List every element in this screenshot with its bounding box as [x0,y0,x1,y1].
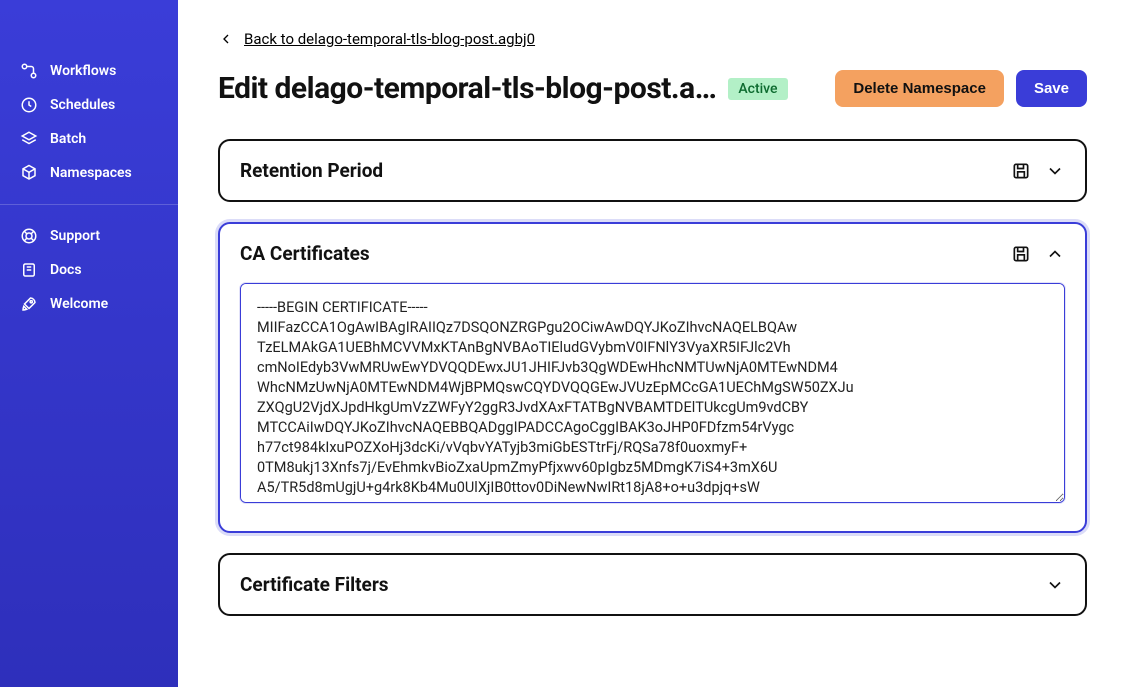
back-link[interactable]: Back to delago-temporal-tls-blog-post.ag… [218,30,535,48]
chevron-down-icon[interactable] [1045,161,1065,181]
sidebar-group-secondary: Support Docs Welcome [0,219,178,321]
certificate-filters-card: Certificate Filters [218,553,1087,616]
ca-certificate-textarea[interactable] [240,283,1065,503]
sidebar-item-label: Workflows [50,63,116,79]
save-button[interactable]: Save [1016,70,1087,107]
save-icon[interactable] [1011,161,1031,181]
sidebar-item-label: Schedules [50,97,115,113]
certificate-filters-header[interactable]: Certificate Filters [220,555,1085,614]
sidebar-divider [0,204,178,205]
header-row: Edit delago-temporal-tls-blog-post.a… Ac… [218,70,1087,107]
sidebar-item-docs[interactable]: Docs [0,253,178,287]
chevron-down-icon[interactable] [1045,575,1065,595]
page-title: Edit delago-temporal-tls-blog-post.a… [218,71,716,106]
layers-icon [20,130,38,148]
card-title: Certificate Filters [240,573,389,596]
clock-icon [20,96,38,114]
sidebar-item-label: Namespaces [50,165,132,181]
lifebuoy-icon [20,227,38,245]
save-icon[interactable] [1011,244,1031,264]
chevron-left-icon [218,31,234,47]
card-title: CA Certificates [240,242,370,265]
status-badge: Active [728,78,787,100]
cube-icon [20,164,38,182]
sidebar-item-schedules[interactable]: Schedules [0,88,178,122]
main-content: Back to delago-temporal-tls-blog-post.ag… [178,0,1127,687]
sidebar-item-welcome[interactable]: Welcome [0,287,178,321]
ca-certificates-header[interactable]: CA Certificates [220,224,1085,283]
retention-period-header[interactable]: Retention Period [220,141,1085,200]
ca-certificates-card: CA Certificates [218,222,1087,533]
sidebar-item-support[interactable]: Support [0,219,178,253]
sidebar-item-label: Docs [50,262,82,278]
card-title: Retention Period [240,159,383,182]
sidebar-item-label: Welcome [50,296,108,312]
sidebar-item-namespaces[interactable]: Namespaces [0,156,178,190]
sidebar-item-workflows[interactable]: Workflows [0,54,178,88]
back-link-label: Back to delago-temporal-tls-blog-post.ag… [244,30,535,48]
sidebar: Workflows Schedules Batch Namespaces [0,0,178,687]
sidebar-item-batch[interactable]: Batch [0,122,178,156]
ca-certificates-body [220,283,1085,531]
retention-period-card: Retention Period [218,139,1087,202]
sidebar-item-label: Batch [50,131,86,147]
sidebar-item-label: Support [50,228,100,244]
chevron-up-icon[interactable] [1045,244,1065,264]
rocket-icon [20,295,38,313]
book-icon [20,261,38,279]
delete-namespace-button[interactable]: Delete Namespace [835,70,1004,107]
flow-icon [20,62,38,80]
sidebar-group-main: Workflows Schedules Batch Namespaces [0,54,178,190]
